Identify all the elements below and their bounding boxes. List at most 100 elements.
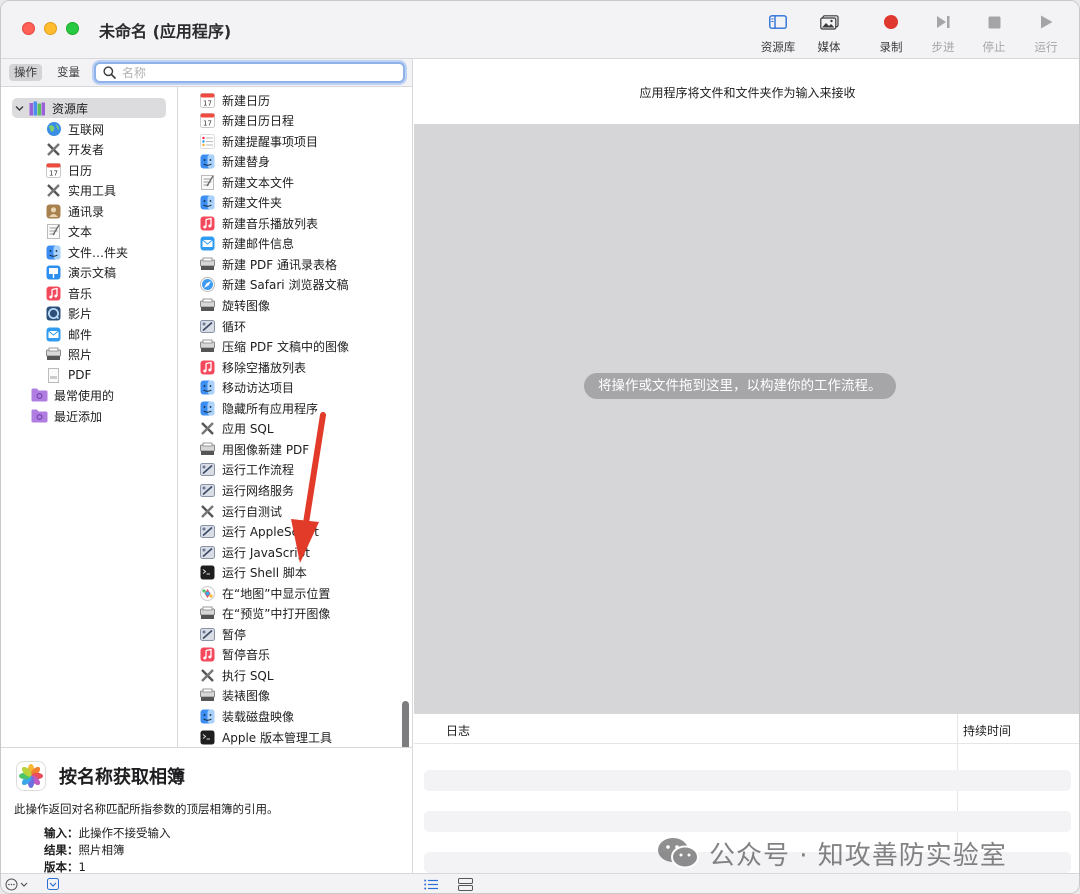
action-item[interactable]: 运行自测试: [199, 501, 282, 521]
library-item-presentations[interactable]: 演示文稿: [45, 262, 116, 282]
close-window-button[interactable]: [22, 22, 35, 35]
action-item[interactable]: 用图像新建 PDF: [199, 439, 309, 459]
version-value: 1: [78, 860, 86, 873]
action-item-label: 旋转图像: [222, 299, 271, 313]
action-item[interactable]: 旋转图像: [199, 296, 270, 316]
mail-icon: [199, 236, 216, 252]
photos-icon: [16, 761, 46, 791]
library-root-item[interactable]: 资源库: [12, 98, 166, 118]
library-item-music[interactable]: 音乐: [45, 283, 92, 303]
scanner-icon: [199, 606, 216, 622]
action-item[interactable]: 移动访达项目: [199, 378, 294, 398]
action-item[interactable]: 在“预览”中打开图像: [199, 604, 330, 624]
search-input[interactable]: [122, 65, 392, 81]
media-toolbar-button[interactable]: 媒体: [803, 11, 855, 55]
actions-tab[interactable]: 操作: [9, 64, 42, 81]
library-toolbar-button[interactable]: 资源库: [752, 11, 804, 55]
library-item-pdf[interactable]: PDF: [45, 365, 91, 385]
smart-folder-most-used[interactable]: 最常使用的: [31, 385, 114, 405]
action-item[interactable]: 装载磁盘映像: [199, 707, 294, 727]
workflow-drop-area[interactable]: 将操作或文件拖到这里，以构建你的工作流程。: [414, 125, 1079, 713]
action-item[interactable]: 新建 PDF 通讯录表格: [199, 254, 337, 274]
show-description-icon[interactable]: [47, 878, 59, 890]
action-item-label: 新建文件夹: [222, 196, 283, 211]
action-item[interactable]: Apple 版本管理工具: [199, 727, 332, 747]
action-item[interactable]: 新建提醒事项项目: [199, 131, 318, 151]
library-item-mail[interactable]: 邮件: [45, 324, 92, 344]
action-item[interactable]: 17 新建日历: [199, 90, 270, 110]
action-item[interactable]: 新建文件夹: [199, 193, 282, 213]
version-label: 版本：: [44, 860, 79, 873]
run-toolbar-button[interactable]: 运行: [1020, 11, 1072, 55]
stop-toolbar-button[interactable]: 停止: [968, 11, 1020, 55]
record-toolbar-button[interactable]: 录制: [865, 11, 917, 55]
scanner-icon: [199, 298, 216, 314]
bottom-bar: [1, 873, 1079, 893]
action-item[interactable]: 17 新建日历日程: [199, 111, 294, 131]
action-item[interactable]: 新建 Safari 浏览器文稿: [199, 275, 348, 295]
action-item[interactable]: 运行网络服务: [199, 480, 294, 500]
log-row: [424, 770, 1071, 791]
library-item-utilities[interactable]: 实用工具: [45, 180, 116, 200]
action-item[interactable]: 新建文本文件: [199, 172, 294, 192]
action-item[interactable]: 执行 SQL: [199, 665, 274, 685]
library-item-label: 实用工具: [68, 183, 117, 198]
library-item-calendar[interactable]: 17 日历: [45, 160, 92, 180]
action-item[interactable]: 应用 SQL: [199, 419, 274, 439]
music-note-icon: [199, 647, 216, 663]
library-item-contacts[interactable]: 通讯录: [45, 201, 104, 221]
action-item[interactable]: 在“地图”中显示位置: [199, 583, 330, 603]
action-item[interactable]: 暂停音乐: [199, 645, 270, 665]
library-list[interactable]: 资源库 互联网 开发者 17 日历 实用工具 通讯录 文本 文件…件夹 演示文稿 …: [1, 87, 178, 747]
library-item-label: 邮件: [68, 327, 93, 342]
duration-column-header[interactable]: 持续时间: [963, 722, 1011, 739]
library-item-developer[interactable]: 开发者: [45, 139, 104, 159]
library-item-photos[interactable]: 照片: [45, 344, 92, 364]
action-item[interactable]: 装裱图像: [199, 686, 270, 706]
smart-folder-label: 最常使用的: [54, 388, 115, 403]
action-item[interactable]: 移除空播放列表: [199, 357, 306, 377]
scanner-icon: [199, 688, 216, 704]
search-field[interactable]: [94, 62, 405, 83]
action-item[interactable]: 压缩 PDF 文稿中的图像: [199, 337, 349, 357]
action-item-label: 新建音乐播放列表: [222, 216, 319, 231]
step-toolbar-button[interactable]: 步进: [917, 11, 969, 55]
library-item-movies[interactable]: 影片: [45, 303, 92, 323]
step-label: 步进: [931, 40, 955, 54]
action-item[interactable]: 新建替身: [199, 152, 270, 172]
action-item[interactable]: 运行工作流程: [199, 460, 294, 480]
smart-folder-recent[interactable]: 最近添加: [31, 406, 102, 426]
scanner-icon: [199, 256, 216, 272]
action-item[interactable]: 循环: [199, 316, 246, 336]
action-item-label: 新建提醒事项项目: [222, 134, 319, 149]
zoom-window-button[interactable]: [66, 22, 79, 35]
action-result-info: 结果：照片相簿: [44, 842, 125, 858]
log-column-header[interactable]: 日志: [446, 722, 470, 739]
action-item[interactable]: 运行 JavaScript: [199, 542, 310, 562]
library-item-text[interactable]: 文本: [45, 221, 92, 241]
action-item-label: 压缩 PDF 文稿中的图像: [222, 340, 350, 355]
action-item[interactable]: 隐藏所有应用程序: [199, 398, 318, 418]
list-view-icon[interactable]: [424, 879, 438, 890]
library-item-internet[interactable]: 互联网: [45, 119, 104, 139]
action-item[interactable]: 运行 AppleScript: [199, 522, 319, 542]
split-view-icon[interactable]: [458, 878, 473, 891]
action-item[interactable]: 新建邮件信息: [199, 234, 294, 254]
search-icon: [103, 66, 116, 79]
library-item-label: 照片: [68, 347, 93, 362]
action-title: 按名称获取相簿: [59, 767, 185, 788]
tools-icon: [199, 503, 216, 519]
watermark-text: 公众号 · 知攻善防实验室: [709, 840, 1007, 871]
library-books-icon: [29, 100, 46, 116]
library-item-files-folders[interactable]: 文件…件夹: [45, 242, 128, 262]
action-item-label: 新建日历: [222, 93, 271, 108]
actions-list[interactable]: 17 新建日历 17 新建日历日程新建提醒事项项目 新建替身新建文本文件新建文件夹新建音…: [179, 87, 412, 747]
action-item[interactable]: 运行 Shell 脚本: [199, 563, 307, 583]
variables-tab[interactable]: 变量: [52, 64, 85, 81]
action-item-label: 新建替身: [222, 155, 271, 170]
action-item[interactable]: 暂停: [199, 624, 246, 644]
more-options-icon[interactable]: [5, 878, 31, 891]
minimize-window-button[interactable]: [44, 22, 57, 35]
terminal-icon: [199, 565, 216, 581]
action-item[interactable]: 新建音乐播放列表: [199, 213, 318, 233]
